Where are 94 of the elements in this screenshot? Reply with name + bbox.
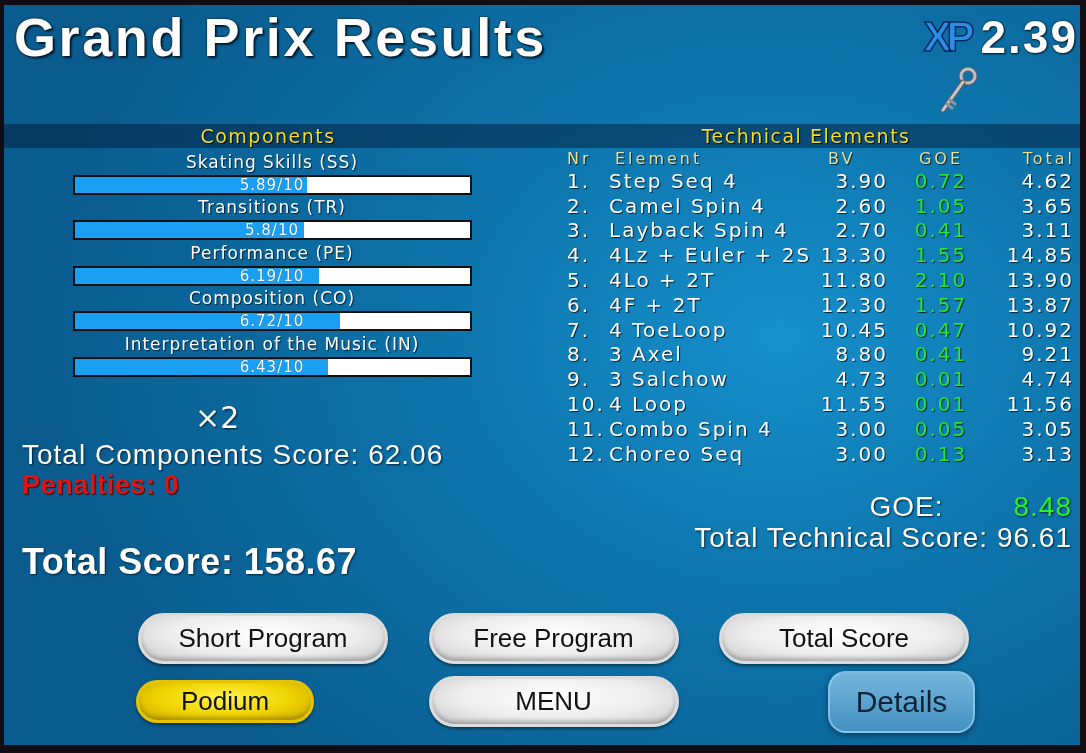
table-cell: 13.90 xyxy=(1006,269,1074,293)
table-cell: 4.74 xyxy=(1021,368,1074,392)
table-cell: Camel Spin 4 xyxy=(609,194,766,218)
table-cell: 0.41 xyxy=(914,219,968,243)
table-cell: 10.45 xyxy=(820,318,888,342)
table-cell: 4 ToeLoop xyxy=(609,318,728,342)
table-cell: 8. xyxy=(567,343,591,367)
key-icon xyxy=(938,66,979,114)
table-cell: 0.72 xyxy=(914,169,968,193)
table-cell: 3.00 xyxy=(835,417,888,441)
table-cell: 12.30 xyxy=(820,293,888,317)
table-cell: 3 Axel xyxy=(609,343,683,367)
total-score: Total Score: 158.67 xyxy=(22,541,357,582)
component-label: Skating Skills (SS) xyxy=(186,150,358,174)
table-cell: 3.00 xyxy=(835,442,888,466)
table-cell: 10.92 xyxy=(1006,318,1074,342)
table-cell: 5. xyxy=(567,269,591,293)
table-cell: 10. xyxy=(567,393,605,417)
column-header: Nr xyxy=(567,149,592,168)
nav-button[interactable]: MENU xyxy=(428,676,679,727)
table-cell: 9. xyxy=(567,368,591,392)
multiplier-text: ×2 xyxy=(195,400,240,435)
table-cell: Layback Spin 4 xyxy=(609,219,789,243)
component-label: Performance (PE) xyxy=(190,241,354,265)
table-cell: 0.05 xyxy=(914,417,968,441)
penalties-text: Penalties: 0 xyxy=(22,469,180,501)
table-cell: 12. xyxy=(567,442,605,466)
table-cell: 0.41 xyxy=(914,343,968,367)
xp-logo: XP xyxy=(923,15,971,59)
table-cell: 1. xyxy=(567,169,591,193)
table-cell: 8.80 xyxy=(835,343,888,367)
table-cell: 4F + 2T xyxy=(609,293,702,317)
table-cell: 6. xyxy=(567,293,591,317)
score-reading: 6.19/10 xyxy=(239,267,305,284)
nav-button[interactable]: Details xyxy=(828,670,975,733)
table-cell: 0.13 xyxy=(914,442,968,466)
column-header: GOE xyxy=(918,149,964,168)
table-cell: 11.55 xyxy=(820,393,888,417)
table-cell: 2.70 xyxy=(835,219,888,243)
table-cell: 2.60 xyxy=(835,194,888,218)
table-cell: 0.01 xyxy=(914,368,968,392)
table-cell: 11. xyxy=(567,417,605,441)
components-total: Total Components Score: 62.06 xyxy=(22,438,444,470)
score-reading: 6.72/10 xyxy=(239,313,305,329)
table-cell: 1.55 xyxy=(914,244,968,268)
table-cell: 4.62 xyxy=(1021,169,1074,193)
table-cell: 4 Loop xyxy=(609,393,689,417)
table-cell: Choreo Seq xyxy=(609,442,745,466)
section-heading: Technical Elements xyxy=(701,125,911,147)
table-cell: 3 Salchow xyxy=(609,368,729,392)
table-cell: 4Lo + 2T xyxy=(609,269,716,293)
table-cell: 11.80 xyxy=(820,269,888,293)
technical-total: Total Technical Score: 96.61 xyxy=(694,522,1072,554)
table-cell: 7. xyxy=(567,318,591,342)
nav-button[interactable]: Short Program xyxy=(138,613,388,664)
table-cell: 1.05 xyxy=(914,194,968,218)
goe-label: GOE: xyxy=(869,491,944,523)
column-header: BV xyxy=(828,149,856,168)
nav-button[interactable]: Total Score xyxy=(719,613,969,664)
table-cell: 0.47 xyxy=(914,318,968,342)
component-label: Composition (CO) xyxy=(188,287,356,310)
table-cell: Combo Spin 4 xyxy=(609,417,773,441)
nav-button[interactable]: Podium xyxy=(136,680,314,723)
component-label: Transitions (TR) xyxy=(198,196,346,219)
goe-total: 8.48 xyxy=(1013,491,1072,523)
table-cell: 14.85 xyxy=(1006,244,1074,268)
table-cell: 3.11 xyxy=(1021,219,1074,243)
table-cell: Step Seq 4 xyxy=(609,169,738,193)
column-header: Element xyxy=(615,149,703,168)
score-reading: 5.8/10 xyxy=(245,222,299,238)
table-cell: 4Lz + Euler + 2S xyxy=(609,244,812,268)
table-cell: 3. xyxy=(567,219,591,243)
section-heading: Components xyxy=(200,125,336,147)
table-cell: 11.56 xyxy=(1006,393,1074,417)
table-cell: 3.05 xyxy=(1021,417,1074,441)
table-cell: 4. xyxy=(567,244,591,268)
table-cell: 13.30 xyxy=(820,244,888,268)
score-reading: 6.43/10 xyxy=(239,358,305,375)
page-title: Grand Prix Results xyxy=(14,10,547,64)
table-cell: 3.90 xyxy=(835,169,888,193)
table-cell: 3.13 xyxy=(1021,442,1074,466)
table-cell: 9.21 xyxy=(1021,343,1074,367)
nav-button[interactable]: Free Program xyxy=(428,613,679,664)
table-cell: 2.10 xyxy=(914,269,968,293)
table-cell: 2. xyxy=(567,194,591,218)
table-cell: 1.57 xyxy=(914,293,968,317)
xp-value: 2.39 xyxy=(980,14,1078,60)
table-cell: 4.73 xyxy=(835,368,888,392)
component-label: Interpretation of the Music (IN) xyxy=(124,332,420,356)
table-cell: 3.65 xyxy=(1021,194,1074,218)
table-cell: 0.01 xyxy=(914,393,968,417)
score-reading: 5.89/10 xyxy=(239,176,305,193)
column-header: Total xyxy=(1022,149,1075,168)
table-cell: 13.87 xyxy=(1006,293,1074,317)
